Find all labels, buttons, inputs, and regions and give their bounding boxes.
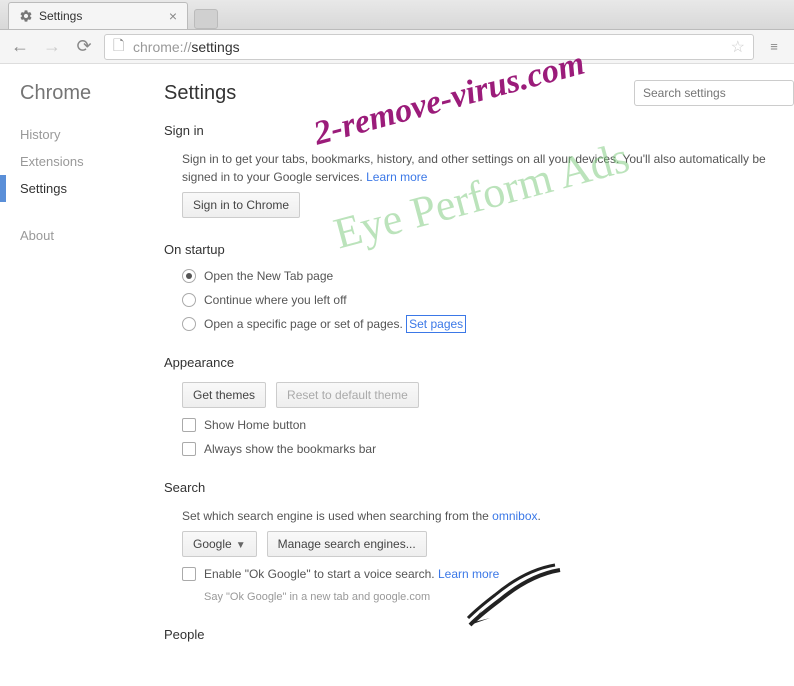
checkbox-icon	[182, 418, 196, 432]
startup-newtab-radio[interactable]: Open the New Tab page	[182, 269, 770, 283]
browser-toolbar: ← → ⟳ 🗋 chrome://settings ☆ ≡	[0, 30, 794, 64]
search-engine-dropdown[interactable]: Google▼	[182, 531, 257, 557]
back-button[interactable]: ←	[8, 35, 32, 59]
reload-button[interactable]: ⟳	[72, 35, 96, 59]
tab-bar: Settings ×	[0, 0, 794, 30]
set-pages-link[interactable]: Set pages	[406, 315, 466, 333]
show-bookmarks-checkbox[interactable]: Always show the bookmarks bar	[182, 442, 770, 456]
forward-button[interactable]: →	[40, 35, 64, 59]
url-prefix: chrome://	[133, 39, 191, 55]
radio-icon	[182, 317, 196, 331]
url-path: settings	[191, 39, 239, 55]
tab-title: Settings	[39, 9, 82, 23]
new-tab-button[interactable]	[194, 9, 218, 29]
ok-google-learn-more-link[interactable]: Learn more	[438, 567, 499, 581]
menu-button[interactable]: ≡	[762, 35, 786, 59]
page-icon: 🗋	[113, 35, 127, 59]
get-themes-button[interactable]: Get themes	[182, 382, 266, 408]
search-settings-input[interactable]	[634, 80, 794, 106]
reset-theme-button[interactable]: Reset to default theme	[276, 382, 419, 408]
signin-button[interactable]: Sign in to Chrome	[182, 192, 300, 218]
signin-learn-more-link[interactable]: Learn more	[366, 170, 427, 184]
sidebar-item-about[interactable]: About	[20, 222, 140, 249]
sidebar-item-settings[interactable]: Settings	[20, 175, 140, 202]
search-title: Search	[164, 480, 770, 495]
bookmark-star-icon[interactable]: ☆	[731, 37, 745, 57]
people-title: People	[164, 627, 770, 642]
brand-title: Chrome	[20, 82, 140, 105]
startup-title: On startup	[164, 242, 770, 257]
radio-icon	[182, 293, 196, 307]
radio-icon	[182, 269, 196, 283]
checkbox-icon	[182, 567, 196, 581]
ok-google-hint: Say "Ok Google" in a new tab and google.…	[204, 591, 770, 603]
omnibox-link[interactable]: omnibox	[492, 509, 537, 523]
sidebar-item-extensions[interactable]: Extensions	[20, 148, 140, 175]
sidebar-item-history[interactable]: History	[20, 121, 140, 148]
ok-google-checkbox[interactable]: Enable "Ok Google" to start a voice sear…	[182, 567, 770, 581]
settings-main: Settings Sign in Sign in to get your tab…	[140, 64, 794, 686]
gear-icon	[19, 9, 33, 23]
manage-search-engines-button[interactable]: Manage search engines...	[267, 531, 427, 557]
startup-continue-radio[interactable]: Continue where you left off	[182, 293, 770, 307]
appearance-title: Appearance	[164, 355, 770, 370]
search-desc: Set which search engine is used when sea…	[182, 507, 770, 525]
omnibox[interactable]: 🗋 chrome://settings ☆	[104, 34, 754, 60]
close-tab-icon[interactable]: ×	[169, 8, 177, 24]
startup-specific-radio[interactable]: Open a specific page or set of pages. Se…	[182, 317, 770, 331]
signin-title: Sign in	[164, 123, 770, 138]
caret-down-icon: ▼	[236, 540, 246, 551]
browser-tab[interactable]: Settings ×	[8, 2, 188, 29]
signin-desc: Sign in to get your tabs, bookmarks, his…	[182, 150, 770, 186]
show-home-checkbox[interactable]: Show Home button	[182, 418, 770, 432]
checkbox-icon	[182, 442, 196, 456]
sidebar: Chrome History Extensions Settings About	[0, 64, 140, 686]
